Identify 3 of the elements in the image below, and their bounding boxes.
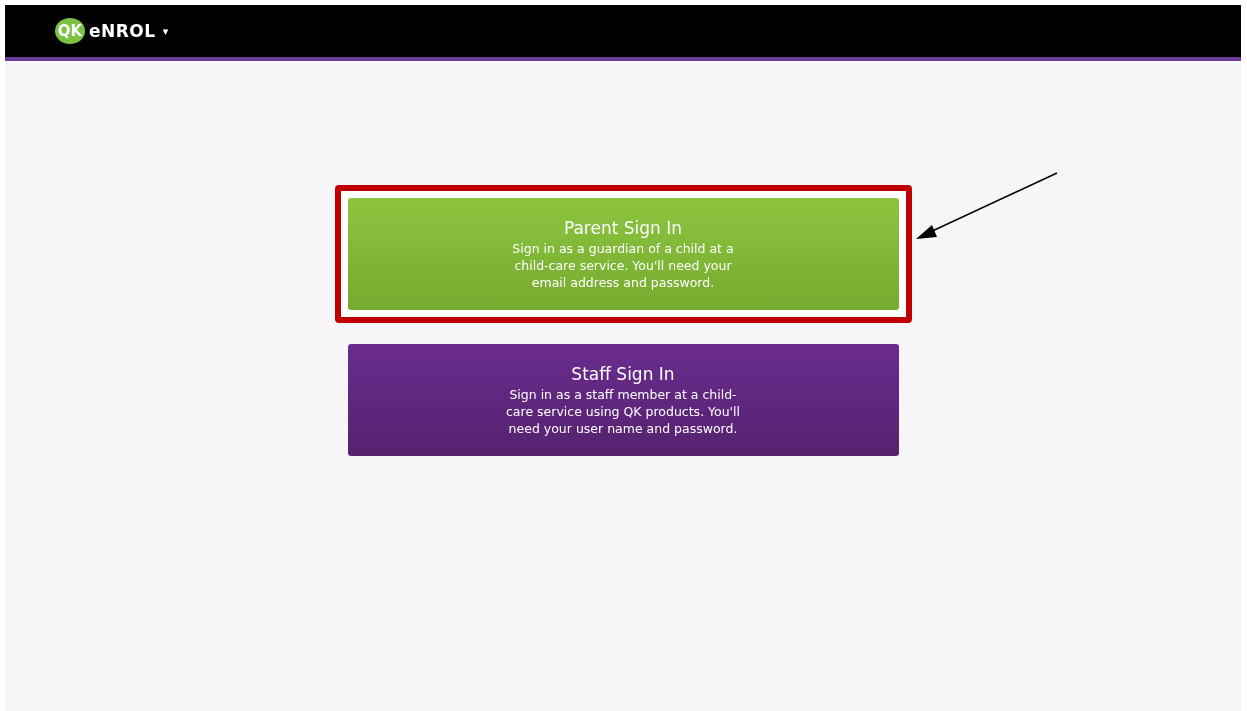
- caret-icon[interactable]: ▾: [162, 24, 169, 38]
- sign-in-button[interactable]: Staff Sign In Sign in as a staff member at a child- care service using QK products. You'll need your user name and password.: [347, 344, 899, 456]
- logo-text[interactable]: eNROL: [89, 21, 156, 41]
